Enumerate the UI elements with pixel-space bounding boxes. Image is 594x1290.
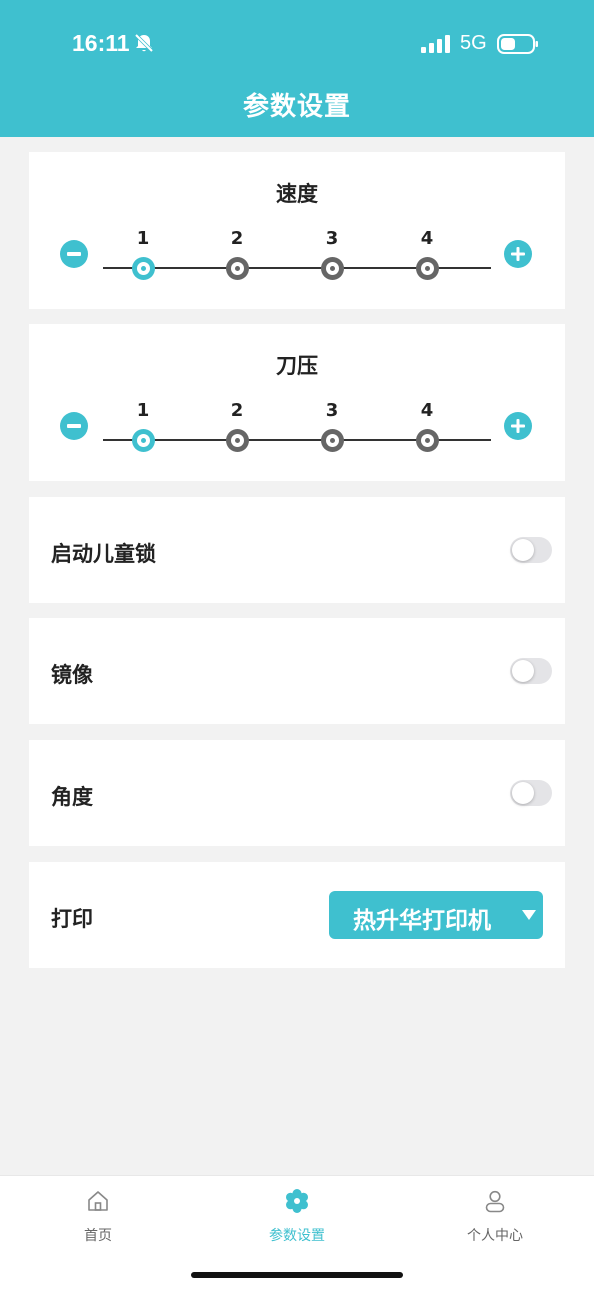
- tab-home-label: 首页: [84, 1228, 112, 1244]
- tab-settings[interactable]: 参数设置: [237, 1176, 357, 1256]
- header-bar: 16:11 5G 参数设置: [0, 0, 594, 137]
- speed-level-label-3: 3: [325, 228, 339, 249]
- mirror-label: 镜像: [51, 663, 93, 687]
- printer-select[interactable]: 热升华打印机: [329, 891, 543, 939]
- speed-card: 速度 1 2 3 4: [29, 152, 565, 309]
- speed-level-1-node[interactable]: [131, 257, 155, 280]
- toggle-knob: [512, 539, 534, 561]
- tab-profile-label: 个人中心: [467, 1228, 523, 1244]
- blade-pressure-level-3-node[interactable]: [320, 429, 344, 452]
- print-row: 打印 热升华打印机: [29, 862, 565, 968]
- child-lock-row: 启动儿童锁: [29, 497, 565, 603]
- gear-icon: [286, 1189, 308, 1213]
- toggle-knob: [512, 660, 534, 682]
- signal-icon: [421, 35, 450, 53]
- speed-level-3-node[interactable]: [320, 257, 344, 280]
- user-icon: [485, 1190, 505, 1213]
- angle-row: 角度: [29, 740, 565, 846]
- blade-pressure-title: 刀压: [276, 354, 318, 378]
- speed-level-label-4: 4: [420, 228, 434, 249]
- printer-select-value: 热升华打印机: [353, 908, 491, 934]
- blade-pressure-level-4-node[interactable]: [415, 429, 439, 452]
- angle-label: 角度: [51, 785, 93, 809]
- speed-title: 速度: [276, 182, 318, 206]
- speed-level-label-2: 2: [230, 228, 244, 249]
- blade-pressure-level-label-3: 3: [325, 400, 339, 421]
- page-title: 参数设置: [242, 92, 351, 122]
- mirror-toggle[interactable]: [510, 658, 552, 684]
- blade-pressure-level-1-node[interactable]: [131, 429, 155, 452]
- bell-muted-icon: [134, 33, 154, 53]
- blade-pressure-card: 刀压 1 2 3 4: [29, 324, 565, 481]
- minus-icon: [67, 424, 81, 428]
- blade-pressure-level-label-2: 2: [230, 400, 244, 421]
- mirror-row: 镜像: [29, 618, 565, 724]
- blade-pressure-level-label-4: 4: [420, 400, 434, 421]
- battery-icon: [497, 34, 538, 54]
- caret-down-icon: [522, 910, 536, 920]
- tab-home[interactable]: 首页: [38, 1176, 158, 1256]
- tab-profile[interactable]: 个人中心: [435, 1176, 555, 1256]
- speed-level-4-node[interactable]: [415, 257, 439, 280]
- speed-level-2-node[interactable]: [225, 257, 249, 280]
- speed-increase-button[interactable]: [504, 240, 532, 268]
- speed-decrease-button[interactable]: [60, 240, 88, 268]
- tab-settings-label: 参数设置: [269, 1228, 325, 1244]
- home-indicator: [191, 1272, 403, 1278]
- child-lock-label: 启动儿童锁: [51, 542, 156, 566]
- speed-level-label-1: 1: [136, 228, 150, 249]
- print-label: 打印: [51, 907, 93, 931]
- network-type: 5G: [460, 32, 487, 54]
- blade-pressure-increase-button[interactable]: [504, 412, 532, 440]
- home-icon: [88, 1191, 108, 1211]
- status-time: 16:11: [72, 30, 130, 56]
- plus-icon: [511, 247, 525, 261]
- toggle-knob: [512, 782, 534, 804]
- plus-icon: [511, 419, 525, 433]
- minus-icon: [67, 252, 81, 256]
- child-lock-toggle[interactable]: [510, 537, 552, 563]
- blade-pressure-decrease-button[interactable]: [60, 412, 88, 440]
- angle-toggle[interactable]: [510, 780, 552, 806]
- blade-pressure-level-label-1: 1: [136, 400, 150, 421]
- blade-pressure-level-2-node[interactable]: [225, 429, 249, 452]
